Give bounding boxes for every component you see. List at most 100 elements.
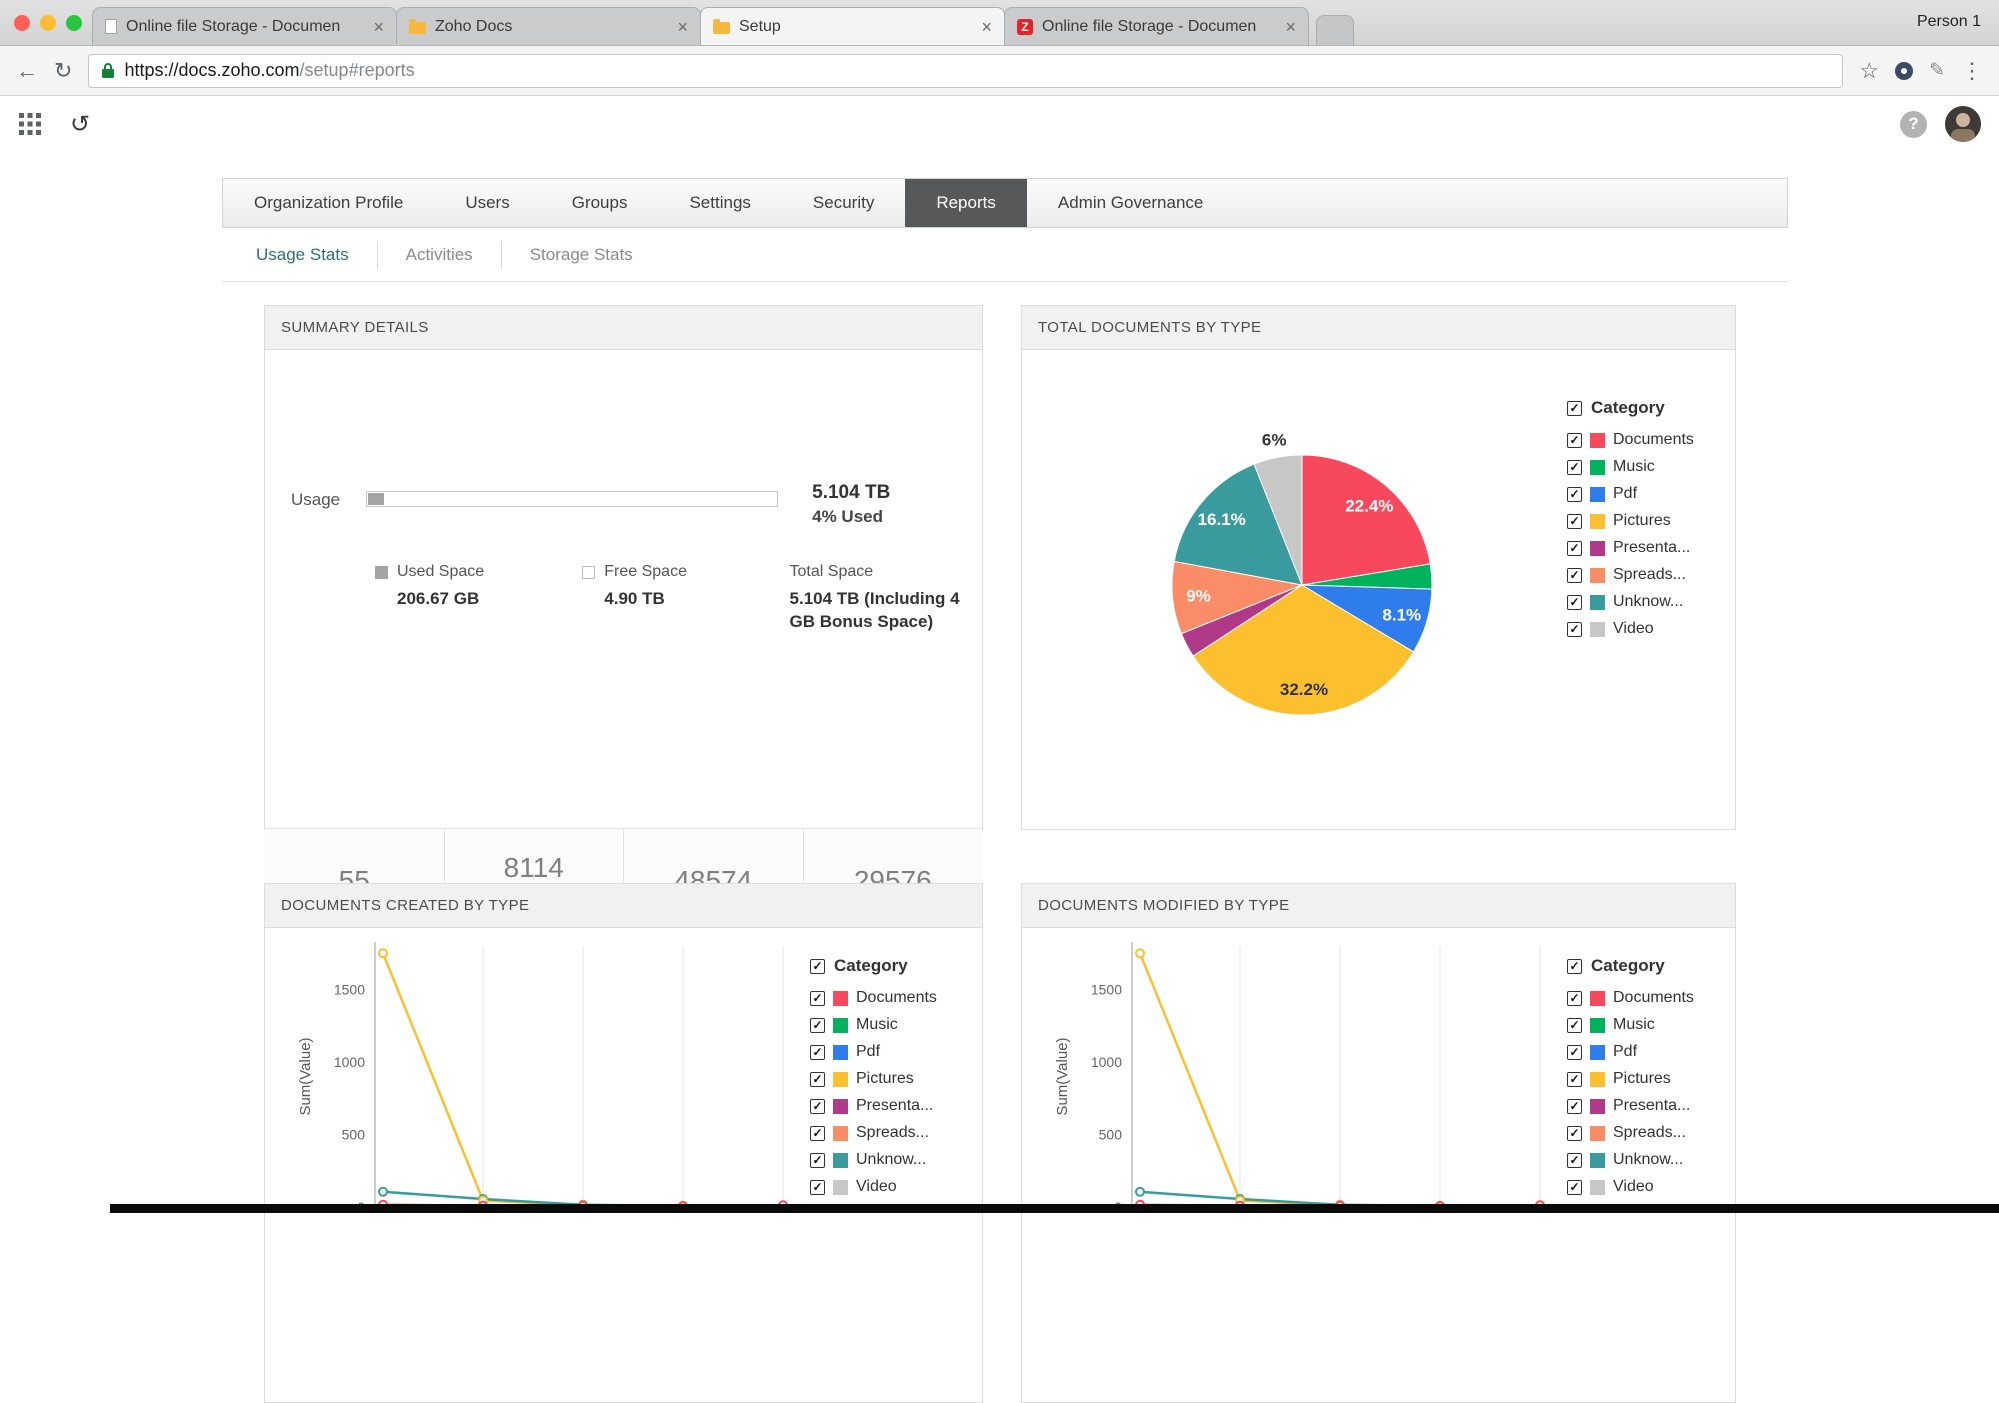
legend-item[interactable]: Spreads... [1567,1124,1737,1142]
nav-tab[interactable]: Reports [905,179,1027,227]
minimize-window-button[interactable] [40,15,56,31]
legend-item[interactable]: Pdf [1567,1043,1737,1061]
tab-favicon [1017,19,1033,35]
checkbox-checked-icon[interactable] [1567,1072,1582,1087]
browser-menu-icon[interactable]: ⋮ [1961,60,1983,82]
bookmark-star-icon[interactable]: ☆ [1859,60,1879,82]
legend-item[interactable]: Music [1567,1016,1737,1034]
total-documents-by-type-panel: TOTAL DOCUMENTS BY TYPE 22.4%8.1%32.2%9%… [1021,305,1736,830]
address-bar[interactable]: https://docs.zoho.com/setup#reports [88,54,1843,88]
legend-item[interactable]: Spreads... [1567,566,1737,584]
checkbox-checked-icon[interactable] [1567,595,1582,610]
help-icon[interactable]: ? [1900,111,1927,138]
browser-tab[interactable]: Online file Storage - Documen × [92,7,397,45]
legend-item[interactable]: Presenta... [810,1097,980,1115]
nav-tab[interactable]: Groups [541,179,659,227]
apps-grid-icon[interactable] [18,112,42,136]
legend-item[interactable]: Documents [1567,431,1737,449]
extension-icon[interactable] [1895,62,1913,80]
checkbox-checked-icon[interactable] [1567,541,1582,556]
pie-slice-documents[interactable] [1302,455,1430,585]
back-icon[interactable]: ← [16,60,38,82]
legend-item[interactable]: Video [1567,1178,1737,1196]
legend-item[interactable]: Pictures [810,1070,980,1088]
checkbox-checked-icon[interactable] [1567,433,1582,448]
checkbox-checked-icon[interactable] [1567,622,1582,637]
browser-profile-name[interactable]: Person 1 [1917,13,1981,31]
data-point-unknown[interactable] [1136,1188,1144,1196]
legend-swatch [1590,514,1605,529]
checkbox-checked-icon[interactable] [1567,487,1582,502]
checkbox-checked-icon[interactable] [1567,460,1582,475]
tab-close-icon[interactable]: × [373,18,384,36]
legend-item[interactable]: Music [810,1016,980,1034]
checkbox-checked-icon[interactable] [1567,991,1582,1006]
new-tab-button[interactable] [1316,15,1354,45]
nav-tab[interactable]: Users [434,179,540,227]
documents-by-type-pie-chart[interactable]: 22.4%8.1%32.2%9%16.1%6% [1022,350,1642,820]
nav-tab[interactable]: Settings [658,179,781,227]
legend-item[interactable]: Pdf [1567,485,1737,503]
checkbox-checked-icon[interactable] [1567,959,1582,974]
legend-item[interactable]: Presenta... [1567,1097,1737,1115]
checkbox-checked-icon[interactable] [1567,1126,1582,1141]
tab-close-icon[interactable]: × [1285,18,1296,36]
legend-item[interactable]: Unknow... [810,1151,980,1169]
browser-tab[interactable]: Setup × [700,7,1005,45]
legend-item[interactable]: Music [1567,458,1737,476]
nav-tab[interactable]: Organization Profile [223,179,434,227]
zoom-window-button[interactable] [66,15,82,31]
pie-slice-label: 16.1% [1198,510,1246,529]
checkbox-checked-icon[interactable] [810,1018,825,1033]
legend-item[interactable]: Video [1567,620,1737,638]
checkbox-checked-icon[interactable] [810,1153,825,1168]
nav-tab[interactable]: Admin Governance [1027,179,1235,227]
subnav-tab[interactable]: Usage Stats [228,241,377,269]
tab-favicon [409,22,426,34]
browser-tab[interactable]: Online file Storage - Documen × [1004,7,1309,45]
legend-item[interactable]: Presenta... [1567,539,1737,557]
checkbox-checked-icon[interactable] [1567,514,1582,529]
checkbox-checked-icon[interactable] [1567,1180,1582,1195]
browser-tab[interactable]: Zoho Docs × [396,7,701,45]
legend-item[interactable]: Video [810,1178,980,1196]
checkbox-checked-icon[interactable] [1567,1153,1582,1168]
checkbox-checked-icon[interactable] [810,1072,825,1087]
legend-item[interactable]: Unknow... [1567,1151,1737,1169]
checkbox-checked-icon[interactable] [810,1180,825,1195]
legend-label: Pictures [1613,1070,1671,1088]
legend-item[interactable]: Unknow... [1567,593,1737,611]
checkbox-checked-icon[interactable] [810,1099,825,1114]
nav-tab[interactable]: Security [782,179,905,227]
checkbox-checked-icon[interactable] [810,959,825,974]
documents-created-line-chart[interactable]: 050010001500Sum(Value) [265,932,905,1232]
checkbox-checked-icon[interactable] [1567,1099,1582,1114]
data-point-pictures[interactable] [1136,949,1144,957]
checkbox-checked-icon[interactable] [1567,1045,1582,1060]
checkbox-checked-icon[interactable] [810,991,825,1006]
subnav-tab[interactable]: Activities [377,241,501,269]
legend-item[interactable]: Pictures [1567,1070,1737,1088]
checkbox-checked-icon[interactable] [1567,401,1582,416]
data-point-unknown[interactable] [379,1188,387,1196]
data-point-pictures[interactable] [379,949,387,957]
close-window-button[interactable] [14,15,30,31]
legend-item[interactable]: Spreads... [810,1124,980,1142]
eyedropper-extension-icon[interactable]: ✎ [1929,59,1945,82]
legend-item[interactable]: Pictures [1567,512,1737,530]
checkbox-checked-icon[interactable] [1567,1018,1582,1033]
legend-item[interactable]: Documents [1567,989,1737,1007]
legend-item[interactable]: Documents [810,989,980,1007]
documents-modified-line-chart[interactable]: 050010001500Sum(Value) [1022,932,1662,1232]
checkbox-checked-icon[interactable] [1567,568,1582,583]
tab-close-icon[interactable]: × [981,18,992,36]
checkbox-checked-icon[interactable] [810,1045,825,1060]
refresh-icon[interactable]: ↺ [70,110,90,139]
tab-close-icon[interactable]: × [677,18,688,36]
reload-icon[interactable]: ↻ [54,60,72,82]
y-tick-label: 1500 [1091,982,1122,998]
checkbox-checked-icon[interactable] [810,1126,825,1141]
legend-item[interactable]: Pdf [810,1043,980,1061]
subnav-tab[interactable]: Storage Stats [501,241,661,269]
user-avatar[interactable] [1945,106,1981,142]
